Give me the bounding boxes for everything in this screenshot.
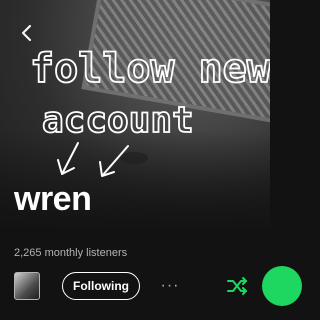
artist-thumbnail[interactable] [14, 272, 40, 300]
play-button[interactable] [262, 266, 302, 306]
more-options-button[interactable]: ··· [158, 274, 182, 298]
shuffle-button[interactable] [226, 275, 248, 297]
arrows-icon [57, 142, 129, 177]
scribble-line-1: follow new [30, 46, 270, 92]
shuffle-icon [227, 277, 247, 295]
scribble-line-2: account [42, 100, 194, 141]
artist-header-image: follow new account wren [0, 0, 270, 233]
back-button[interactable] [16, 22, 38, 44]
handwritten-overlay: follow new account [29, 45, 270, 177]
chevron-left-icon [22, 25, 31, 41]
monthly-listeners: 2,265 monthly listeners [14, 247, 128, 259]
following-button[interactable]: Following [62, 272, 140, 300]
artist-name: wren [14, 180, 92, 218]
